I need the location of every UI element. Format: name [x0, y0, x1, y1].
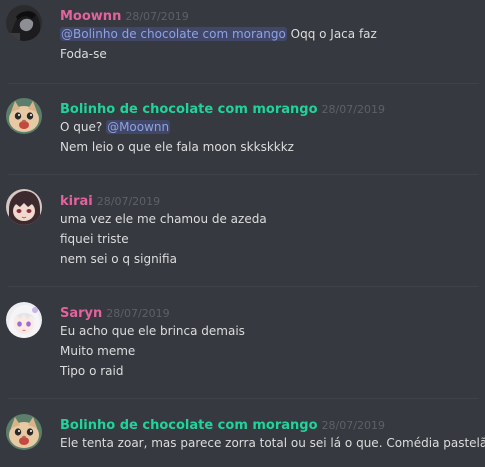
message-line: Tipo o raid — [60, 363, 123, 379]
message-line: Foda-se — [60, 46, 107, 62]
timestamp: 28/07/2019 — [321, 103, 385, 116]
message-text: Nem leio o que ele fala moon skkskkkz — [60, 140, 294, 154]
message-line: nem sei o q signifia — [60, 251, 177, 267]
message-line: Nem leio o que ele fala moon skkskkkz — [60, 139, 294, 155]
message-line: fiquei triste — [60, 231, 129, 247]
message-group-bolinho: Bolinho de chocolate com morango 28/07/20… — [0, 92, 485, 172]
message-text: fiquei triste — [60, 232, 129, 246]
cat-avatar-icon — [6, 414, 42, 450]
timestamp: 28/07/2019 — [125, 10, 189, 23]
cat-avatar-icon — [6, 98, 42, 134]
message-group-moownn: Moownn 28/07/2019 @Bolinho de chocolate c… — [0, 0, 485, 80]
avatar-saryn[interactable] — [6, 302, 42, 338]
message-group-saryn: Saryn 28/07/2019 Eu acho que ele brinca d… — [0, 296, 485, 396]
message-text: Foda-se — [60, 47, 107, 61]
chat-messages: Moownn 28/07/2019 @Bolinho de chocolate c… — [0, 0, 485, 467]
message-line: O que? @Moownn — [60, 119, 171, 135]
avatar-bolinho[interactable] — [6, 414, 42, 450]
message-line: @Bolinho de chocolate com morango Oqq o … — [60, 26, 377, 42]
message-group-bolinho-2: Bolinho de chocolate com morango 28/07/20… — [0, 408, 485, 467]
message-line: Eu acho que ele brinca demais — [60, 323, 245, 339]
message-text: nem sei o q signifia — [60, 252, 177, 266]
username[interactable]: Moownn — [60, 9, 121, 24]
timestamp: 28/07/2019 — [321, 419, 385, 432]
message-header: Bolinho de chocolate com morango 28/07/20… — [60, 100, 385, 118]
message-header: kirai 28/07/2019 — [60, 192, 160, 210]
username[interactable]: kirai — [60, 194, 93, 209]
avatar-bolinho[interactable] — [6, 98, 42, 134]
username[interactable]: Saryn — [60, 306, 102, 321]
user-mention[interactable]: @Moownn — [106, 120, 171, 134]
message-text: Tipo o raid — [60, 364, 124, 378]
message-header: Moownn 28/07/2019 — [60, 7, 189, 25]
message-group-kirai: kirai 28/07/2019 uma vez ele me chamou de… — [0, 184, 485, 284]
message-divider — [8, 398, 479, 399]
username[interactable]: Bolinho de chocolate com morango — [60, 418, 318, 433]
message-divider — [8, 286, 479, 287]
timestamp: 28/07/2019 — [106, 307, 170, 320]
message-divider — [8, 174, 479, 175]
dark-character-avatar-icon — [6, 5, 42, 41]
anime-girl-avatar-icon — [6, 189, 42, 225]
username[interactable]: Bolinho de chocolate com morango — [60, 102, 318, 117]
message-line: uma vez ele me chamou de azeda — [60, 211, 267, 227]
message-text: Oqq o Jaca faz — [286, 27, 377, 41]
message-header: Saryn 28/07/2019 — [60, 304, 170, 322]
message-line: Ele tenta zoar, mas parece zorra total o… — [60, 435, 485, 451]
message-text: uma vez ele me chamou de azeda — [60, 212, 267, 226]
message-text: Ele tenta zoar, mas parece zorra total o… — [60, 436, 485, 450]
message-divider — [8, 83, 479, 84]
message-line: Muito meme — [60, 343, 135, 359]
message-text: O que? — [60, 120, 107, 134]
user-mention[interactable]: @Bolinho de chocolate com morango — [60, 27, 287, 41]
message-text: Eu acho que ele brinca demais — [60, 324, 245, 338]
avatar-kirai[interactable] — [6, 189, 42, 225]
timestamp: 28/07/2019 — [96, 195, 161, 208]
white-hair-girl-avatar-icon — [6, 302, 42, 338]
message-header: Bolinho de chocolate com morango 28/07/20… — [60, 416, 385, 434]
avatar-moownn[interactable] — [6, 5, 42, 41]
message-text: Muito meme — [60, 344, 136, 358]
